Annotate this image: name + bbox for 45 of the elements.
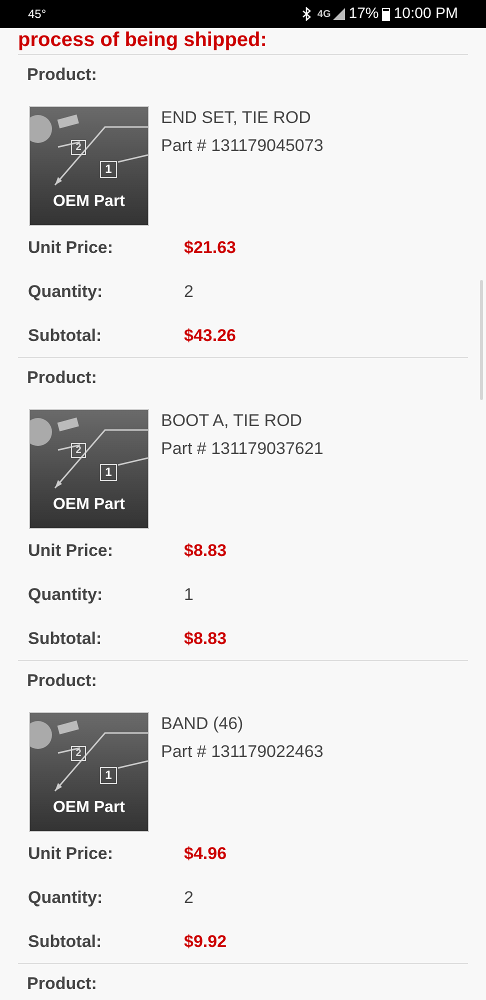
network-text: 4G <box>317 8 331 22</box>
callout-label: 1 <box>100 464 117 481</box>
field-label: Unit Price: <box>28 237 114 260</box>
callout-label: 1 <box>100 161 117 178</box>
price-value: $4.96 <box>184 843 227 866</box>
field-label: Product: <box>27 670 97 692</box>
field-label: Unit Price: <box>28 540 114 562</box>
price-value: $8.83 <box>184 540 227 562</box>
price-value: $9.92 <box>184 930 227 953</box>
field-label: Product: <box>27 973 97 996</box>
field-label: Quantity: <box>28 887 104 910</box>
bluetooth-icon <box>302 7 312 21</box>
section-heading: process of being shipped: <box>18 28 468 55</box>
field-label: Subtotal: <box>28 324 103 347</box>
field-label: Subtotal: <box>28 930 103 953</box>
field-label: Product: <box>27 367 97 390</box>
quantity-value: 2 <box>184 887 194 910</box>
time-text: 10:00 PM <box>394 4 458 24</box>
price-value: $43.26 <box>184 324 236 347</box>
product-name: END SET, TIE ROD <box>161 107 312 129</box>
product-name: BAND (46) <box>161 713 244 735</box>
quantity-value: 2 <box>184 281 194 304</box>
thumbnail-label: OEM Part <box>52 798 126 818</box>
battery-icon <box>382 8 390 20</box>
field-label: Subtotal: <box>28 628 103 650</box>
field-label: Quantity: <box>28 584 104 606</box>
price-value: $21.63 <box>184 237 236 260</box>
field-label: Product: <box>27 64 97 86</box>
field-label: Quantity: <box>28 281 104 304</box>
callout-label: 2 <box>71 746 86 761</box>
battery-text: 17% <box>348 4 379 24</box>
field-label: Unit Price: <box>28 843 114 866</box>
temperature-text: 45° <box>28 6 46 23</box>
part-number: Part # 131179045073 <box>161 135 324 157</box>
callout-label: 1 <box>100 767 117 784</box>
thumbnail-label: OEM Part <box>52 495 126 515</box>
part-number: Part # 131179022463 <box>161 741 324 763</box>
price-value: $8.83 <box>184 628 227 650</box>
signal-icon <box>332 8 345 20</box>
product-name: BOOT A, TIE ROD <box>161 410 304 432</box>
callout-label: 2 <box>71 443 86 458</box>
callout-label: 2 <box>71 140 86 155</box>
part-number: Part # 131179037621 <box>161 438 324 460</box>
quantity-value: 1 <box>184 584 194 606</box>
thumbnail-label: OEM Part <box>52 192 126 212</box>
